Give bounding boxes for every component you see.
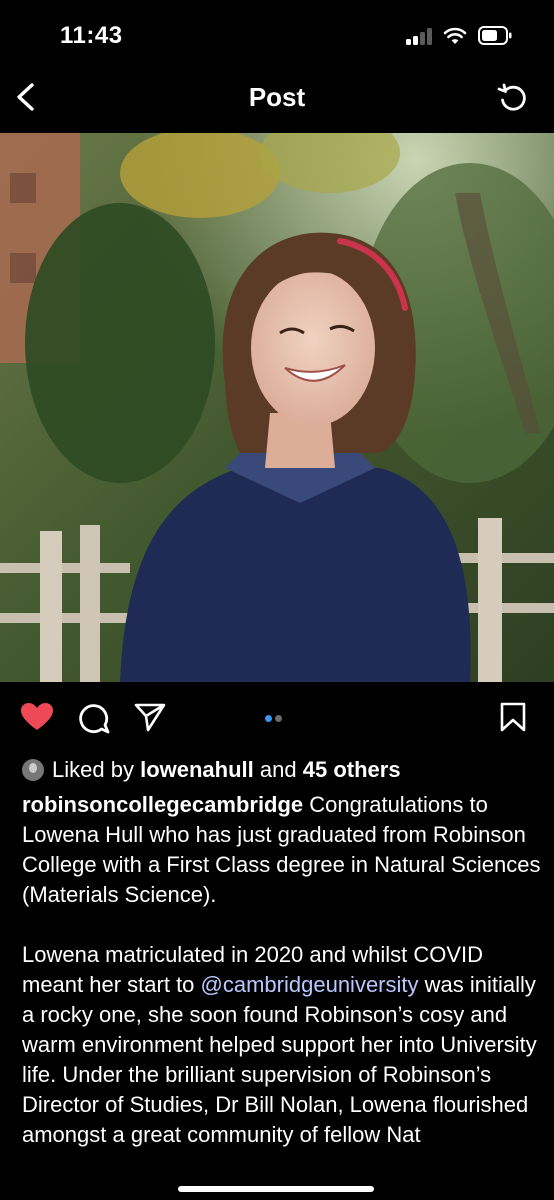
- comment-icon[interactable]: [78, 702, 110, 734]
- caption-paragraph-1: robinsoncollegecambridge Congratulations…: [22, 790, 542, 910]
- status-time: 11:43: [60, 22, 123, 49]
- post-photo[interactable]: [0, 133, 554, 682]
- heart-icon[interactable]: [20, 702, 54, 732]
- carousel-dot-active: [265, 715, 272, 722]
- liker-avatar: [22, 759, 44, 781]
- battery-icon: [478, 26, 512, 45]
- liked-by-user[interactable]: lowenahull: [140, 757, 254, 782]
- liked-by-and: and: [259, 757, 297, 782]
- post-caption: robinsoncollegecambridge Congratulations…: [22, 790, 542, 1180]
- status-bar: 11:43: [0, 0, 554, 70]
- mention-link[interactable]: @cambridgeuniversity: [201, 972, 419, 997]
- liked-by-prefix: Liked by: [52, 757, 134, 782]
- share-icon[interactable]: [134, 702, 166, 732]
- caption-text-2b: was initially a rocky one, she soon foun…: [22, 972, 537, 1147]
- top-nav-bar: Post: [0, 70, 554, 132]
- likes-summary[interactable]: Liked by lowenahull and 45 others: [22, 756, 401, 784]
- carousel-dot: [275, 715, 282, 722]
- bookmark-icon[interactable]: [500, 702, 526, 732]
- caption-paragraph-2: Lowena matriculated in 2020 and whilst C…: [22, 940, 542, 1150]
- post-actions: [0, 682, 554, 752]
- home-indicator[interactable]: [178, 1186, 374, 1192]
- post-username[interactable]: robinsoncollegecambridge: [22, 792, 303, 817]
- refresh-icon[interactable]: [496, 83, 530, 113]
- liked-by-others[interactable]: 45 others: [303, 757, 401, 782]
- wifi-icon: [443, 27, 467, 44]
- carousel-indicator: [265, 709, 285, 727]
- page-title: Post: [248, 82, 306, 112]
- cellular-signal-icon: [406, 28, 434, 45]
